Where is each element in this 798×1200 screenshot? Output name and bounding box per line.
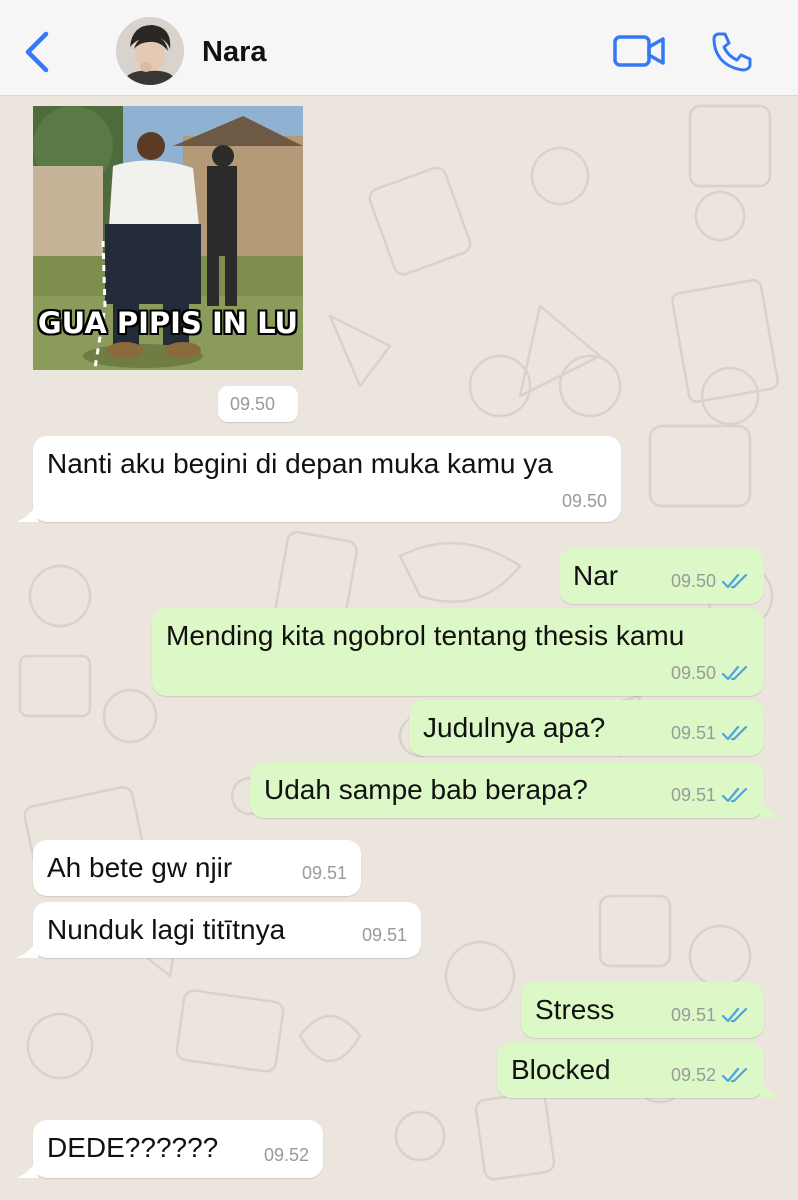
message-time: 09.51 <box>670 1005 716 1025</box>
read-receipt-icon <box>722 1067 748 1083</box>
bubble-tail <box>16 1156 38 1178</box>
incoming-message[interactable]: Ah bete gw njir 09.51 <box>33 840 361 896</box>
message-time: 09.50 <box>670 663 716 683</box>
outgoing-message[interactable]: Blocked 09.52 <box>497 1042 764 1098</box>
message-time: 09.51 <box>301 863 347 883</box>
incoming-message[interactable]: Nunduk lagi titītnya 09.51 <box>33 902 421 958</box>
message-time: 09.51 <box>361 925 407 945</box>
message-text: Mending kita ngobrol tentang thesis kamu <box>166 620 685 651</box>
message-time: 09.52 <box>670 1065 716 1085</box>
message-text: DEDE?????? <box>47 1132 219 1163</box>
message-time: 09.50 <box>670 571 716 591</box>
message-text: Nar <box>573 560 619 591</box>
bubble-tail <box>760 1076 782 1098</box>
message-text: Nunduk lagi titītnya <box>47 914 286 945</box>
read-receipt-icon <box>722 1007 748 1023</box>
bubble-tail <box>760 796 782 818</box>
chat-header: Nara <box>0 0 798 96</box>
message-text: Udah sampe bab berapa? <box>264 774 588 805</box>
message-text: Ah bete gw njir <box>47 852 233 883</box>
message-text: Stress <box>535 994 615 1025</box>
message-time: 09.50 <box>561 491 607 511</box>
incoming-message[interactable]: DEDE?????? 09.52 <box>33 1120 323 1178</box>
chat-area[interactable]: GUA PIPIS IN LU 09.50 Nanti aku begini d… <box>0 96 798 1200</box>
read-receipt-icon <box>722 573 748 589</box>
back-button[interactable] <box>18 28 58 76</box>
bubble-tail <box>16 936 38 958</box>
incoming-message[interactable]: Nanti aku begini di depan muka kamu ya 0… <box>33 436 621 522</box>
outgoing-message[interactable]: Stress 09.51 <box>521 982 764 1038</box>
outgoing-message[interactable]: Judulnya apa? 09.51 <box>409 700 764 756</box>
message-text: Judulnya apa? <box>423 712 606 743</box>
bubble-tail <box>16 500 38 522</box>
chevron-left-icon <box>25 31 49 73</box>
meme-caption: GUA PIPIS IN LU <box>37 306 299 340</box>
outgoing-message[interactable]: Mending kita ngobrol tentang thesis kamu… <box>152 608 764 696</box>
outgoing-message[interactable]: Nar 09.50 <box>559 548 764 604</box>
message-time: 09.51 <box>670 723 716 743</box>
message-time: 09.51 <box>670 785 716 805</box>
outgoing-message[interactable]: Udah sampe bab berapa? 09.51 <box>250 762 764 818</box>
message-text: Nanti aku begini di depan muka kamu ya <box>47 448 553 479</box>
message-time: 09.52 <box>263 1145 309 1165</box>
message-text: Blocked <box>511 1054 611 1085</box>
image-timestamp: 09.50 <box>218 386 298 422</box>
read-receipt-icon <box>722 665 748 681</box>
voice-call-button[interactable] <box>708 28 756 76</box>
read-receipt-icon <box>722 725 748 741</box>
read-receipt-icon <box>722 787 748 803</box>
contact-name[interactable]: Nara <box>202 36 267 69</box>
contact-avatar[interactable] <box>116 17 184 85</box>
image-message[interactable]: GUA PIPIS IN LU <box>33 106 303 370</box>
video-call-button[interactable] <box>612 30 668 72</box>
phone-icon <box>712 32 752 72</box>
video-camera-icon <box>613 35 665 67</box>
